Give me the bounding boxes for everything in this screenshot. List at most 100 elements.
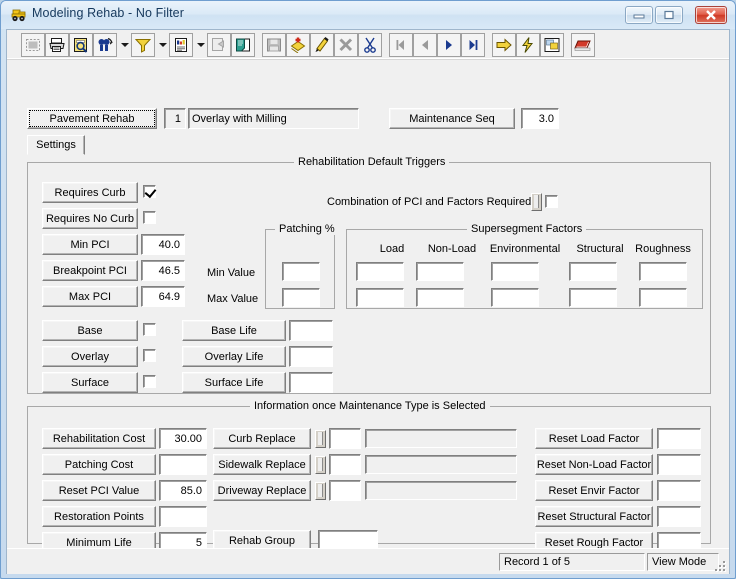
supersegment-environmental-max-field[interactable] [491, 288, 539, 307]
combination-spin-control[interactable] [531, 193, 542, 211]
base-button[interactable]: Base [42, 320, 138, 341]
min-pci-field[interactable]: 40.0 [141, 234, 185, 255]
overlay-button[interactable]: Overlay [42, 346, 138, 367]
patching-max-field[interactable] [282, 288, 320, 307]
curb-replace-spin[interactable] [315, 430, 326, 448]
patching-cost-button[interactable]: Patching Cost [42, 454, 156, 475]
save-icon[interactable] [262, 33, 286, 57]
reset-load-factor-button[interactable]: Reset Load Factor [535, 428, 653, 449]
rehab-id-field[interactable]: 1 [164, 108, 186, 129]
combination-checkbox[interactable] [545, 195, 558, 208]
rehabilitation-cost-field[interactable]: 30.00 [159, 428, 207, 449]
edit-record-icon[interactable] [310, 33, 334, 57]
reset-structural-factor-field[interactable] [657, 506, 701, 527]
print-preview-icon[interactable] [69, 33, 93, 57]
supersegment-load-min-field[interactable] [356, 262, 404, 281]
min-pci-button[interactable]: Min PCI [42, 234, 138, 255]
patching-cost-field[interactable] [159, 454, 207, 475]
minimize-button[interactable] [625, 6, 653, 24]
curb-replace-text[interactable] [365, 429, 517, 448]
max-pci-field[interactable]: 64.9 [141, 286, 185, 307]
requires-curb-checkbox[interactable] [143, 185, 156, 198]
driveway-replace-spin[interactable] [315, 482, 326, 500]
reset-pci-value-field[interactable]: 85.0 [159, 480, 207, 501]
toolbar [7, 30, 729, 60]
supersegment-nonload-min-field[interactable] [416, 262, 464, 281]
table-view-icon[interactable] [571, 33, 595, 57]
base-life-button[interactable]: Base Life [182, 320, 286, 341]
restoration-points-button[interactable]: Restoration Points [42, 506, 156, 527]
overlay-checkbox[interactable] [143, 349, 156, 362]
curb-replace-button[interactable]: Curb Replace [213, 428, 311, 449]
overlay-life-button[interactable]: Overlay Life [182, 346, 286, 367]
goto-icon[interactable] [492, 33, 516, 57]
paste-icon[interactable] [231, 33, 255, 57]
filter-icon[interactable] [131, 33, 155, 57]
sidewalk-replace-button[interactable]: Sidewalk Replace [213, 454, 311, 475]
find-icon[interactable] [93, 33, 117, 57]
tab-settings[interactable]: Settings [27, 135, 85, 155]
supersegment-roughness-max-field[interactable] [639, 288, 687, 307]
report-icon[interactable] [169, 33, 193, 57]
run-icon[interactable] [516, 33, 540, 57]
requires-no-curb-checkbox[interactable] [143, 211, 156, 224]
requires-no-curb-button[interactable]: Requires No Curb [42, 208, 138, 229]
patching-min-field[interactable] [282, 262, 320, 281]
rehabilitation-cost-button[interactable]: Rehabilitation Cost [42, 428, 156, 449]
window-layout-icon[interactable] [540, 33, 564, 57]
surface-checkbox[interactable] [143, 375, 156, 388]
reset-load-factor-field[interactable] [657, 428, 701, 449]
status-mode-panel: View Mode [647, 553, 719, 571]
maximize-button[interactable] [655, 6, 683, 24]
supersegment-nonload-max-field[interactable] [416, 288, 464, 307]
driveway-replace-text[interactable] [365, 481, 517, 500]
max-pci-button[interactable]: Max PCI [42, 286, 138, 307]
maintenance-seq-field[interactable]: 3.0 [521, 108, 559, 129]
first-record-icon[interactable] [389, 33, 413, 57]
curb-replace-field[interactable] [329, 428, 361, 449]
driveway-replace-field[interactable] [329, 480, 361, 501]
last-record-icon[interactable] [461, 33, 485, 57]
breakpoint-pci-button[interactable]: Breakpoint PCI [42, 260, 138, 281]
reset-pci-value-button[interactable]: Reset PCI Value [42, 480, 156, 501]
copy-format-icon[interactable] [207, 33, 231, 57]
next-record-icon[interactable] [437, 33, 461, 57]
supersegment-load-max-field[interactable] [356, 288, 404, 307]
delete-record-icon[interactable] [334, 33, 358, 57]
driveway-replace-button[interactable]: Driveway Replace [213, 480, 311, 501]
report-dropdown-arrow[interactable] [193, 33, 207, 57]
filter-dropdown-arrow[interactable] [155, 33, 169, 57]
previous-record-icon[interactable] [413, 33, 437, 57]
resize-grip[interactable] [713, 559, 727, 573]
restoration-points-field[interactable] [159, 506, 207, 527]
breakpoint-pci-field[interactable]: 46.5 [141, 260, 185, 281]
reset-envir-factor-field[interactable] [657, 480, 701, 501]
reset-structural-factor-button[interactable]: Reset Structural Factor [535, 506, 653, 527]
print-icon[interactable] [45, 33, 69, 57]
supersegment-structural-max-field[interactable] [569, 288, 617, 307]
reset-non-load-factor-button[interactable]: Reset Non-Load Factor [535, 454, 653, 475]
base-checkbox[interactable] [143, 323, 156, 336]
find-dropdown-arrow[interactable] [117, 33, 131, 57]
surface-life-button[interactable]: Surface Life [182, 372, 286, 393]
supersegment-environmental-min-field[interactable] [491, 262, 539, 281]
add-record-icon[interactable] [286, 33, 310, 57]
cut-icon[interactable] [358, 33, 382, 57]
requires-curb-button[interactable]: Requires Curb [42, 182, 138, 203]
supersegment-structural-min-field[interactable] [569, 262, 617, 281]
close-button[interactable] [695, 6, 727, 24]
select-all-icon[interactable] [21, 33, 45, 57]
reset-envir-factor-button[interactable]: Reset Envir Factor [535, 480, 653, 501]
pavement-rehab-button[interactable]: Pavement Rehab [27, 108, 157, 129]
reset-non-load-factor-field[interactable] [657, 454, 701, 475]
sidewalk-replace-spin[interactable] [315, 456, 326, 474]
surface-button[interactable]: Surface [42, 372, 138, 393]
supersegment-roughness-min-field[interactable] [639, 262, 687, 281]
surface-life-field[interactable] [289, 372, 333, 393]
sidewalk-replace-field[interactable] [329, 454, 361, 475]
maintenance-seq-button[interactable]: Maintenance Seq [389, 108, 515, 129]
sidewalk-replace-text[interactable] [365, 455, 517, 474]
rehab-name-field[interactable]: Overlay with Milling [188, 108, 359, 129]
overlay-life-field[interactable] [289, 346, 333, 367]
base-life-field[interactable] [289, 320, 333, 341]
